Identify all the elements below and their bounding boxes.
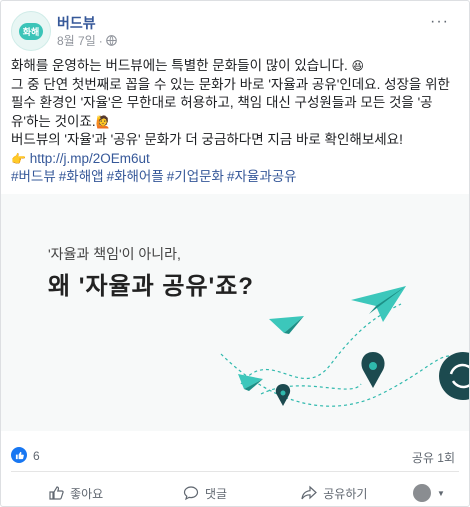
like-count[interactable]: 6 (33, 449, 40, 463)
share-button[interactable]: 공유하기 (270, 481, 399, 505)
post-date[interactable]: 8월 7일 (57, 32, 96, 49)
post-line-1: 화해를 운영하는 버드뷰에는 특별한 문화들이 많이 있습니다. 😆 (11, 57, 459, 76)
action-bar: 좋아요 댓글 공유하기 ▼ (11, 481, 459, 505)
actions-divider (11, 471, 459, 472)
page-name-link[interactable]: 버드뷰 (57, 13, 96, 33)
post-line-1-text: 화해를 운영하는 버드뷰에는 특별한 문화들이 많이 있습니다. (11, 58, 348, 73)
comment-button-label: 댓글 (204, 486, 228, 501)
avatar-logo-text: 화해 (18, 22, 44, 40)
share-arrow-icon (301, 485, 318, 500)
share-count[interactable]: 공유 1회 (412, 449, 455, 466)
share-button-label: 공유하기 (323, 486, 368, 501)
like-reaction-icon (11, 447, 27, 463)
post-body: 화해를 운영하는 버드뷰에는 특별한 문화들이 많이 있습니다. 😆 그 중 단… (11, 57, 459, 187)
raising-hand-emoji: 🙋 (95, 114, 111, 129)
post-line-2-text: 그 중 단연 첫번째로 꼽을 수 있는 문화가 바로 '자율과 공유'인데요. … (11, 76, 450, 129)
reaction-stats: 6 공유 1회 (11, 447, 459, 467)
hashtag-link[interactable]: #기업문화 (167, 169, 224, 184)
dot-separator: · (98, 33, 103, 48)
pointing-hand-emoji: 👉 (11, 151, 26, 166)
grin-emoji: 😆 (351, 59, 365, 73)
comment-button[interactable]: 댓글 (140, 481, 269, 505)
hashtag-link[interactable]: #화해어플 (107, 169, 164, 184)
globe-icon (105, 35, 117, 46)
post-meta: 8월 7일 · (57, 32, 117, 49)
post-header: 화해 버드뷰 8월 7일 · ··· (11, 11, 451, 51)
more-options-button[interactable]: ··· (430, 13, 449, 31)
post-line-3: 버드뷰의 '자율'과 '공유' 문화가 더 궁금하다면 지금 바로 확인해보세요… (11, 132, 403, 147)
post-image-banner[interactable]: '자율과 책임'이 아니라, 왜 '자율과 공유'죠? (1, 194, 469, 431)
thumbs-up-icon (49, 486, 64, 500)
comment-icon (183, 486, 199, 501)
viewer-avatar (413, 484, 432, 502)
hashtag-link[interactable]: #화해앱 (59, 169, 104, 184)
paper-plane-illustration (220, 286, 469, 407)
hashtag-link[interactable]: #버드뷰 (11, 169, 56, 184)
post-line-2: 그 중 단연 첫번째로 꼽을 수 있는 문화가 바로 '자율과 공유'인데요. … (11, 76, 459, 132)
hashtag-link[interactable]: #자율과공유 (227, 169, 297, 184)
viewer-selector[interactable]: ▼ (399, 481, 459, 505)
post-link[interactable]: http://j.mp/2OEm6ut (30, 151, 150, 166)
page-avatar[interactable]: 화해 (11, 11, 51, 51)
post-link-line: 👉 http://j.mp/2OEm6ut (11, 150, 459, 169)
like-button-label: 좋아요 (70, 486, 104, 501)
post-card: 화해 버드뷰 8월 7일 · ··· 화해를 운영하는 버드뷰에는 특별한 문화… (0, 0, 470, 507)
like-button[interactable]: 좋아요 (11, 481, 140, 505)
hashtag-line: #버드뷰 #화해앱 #화해어플 #기업문화 #자율과공유 (11, 168, 459, 187)
chevron-down-icon: ▼ (437, 488, 445, 498)
